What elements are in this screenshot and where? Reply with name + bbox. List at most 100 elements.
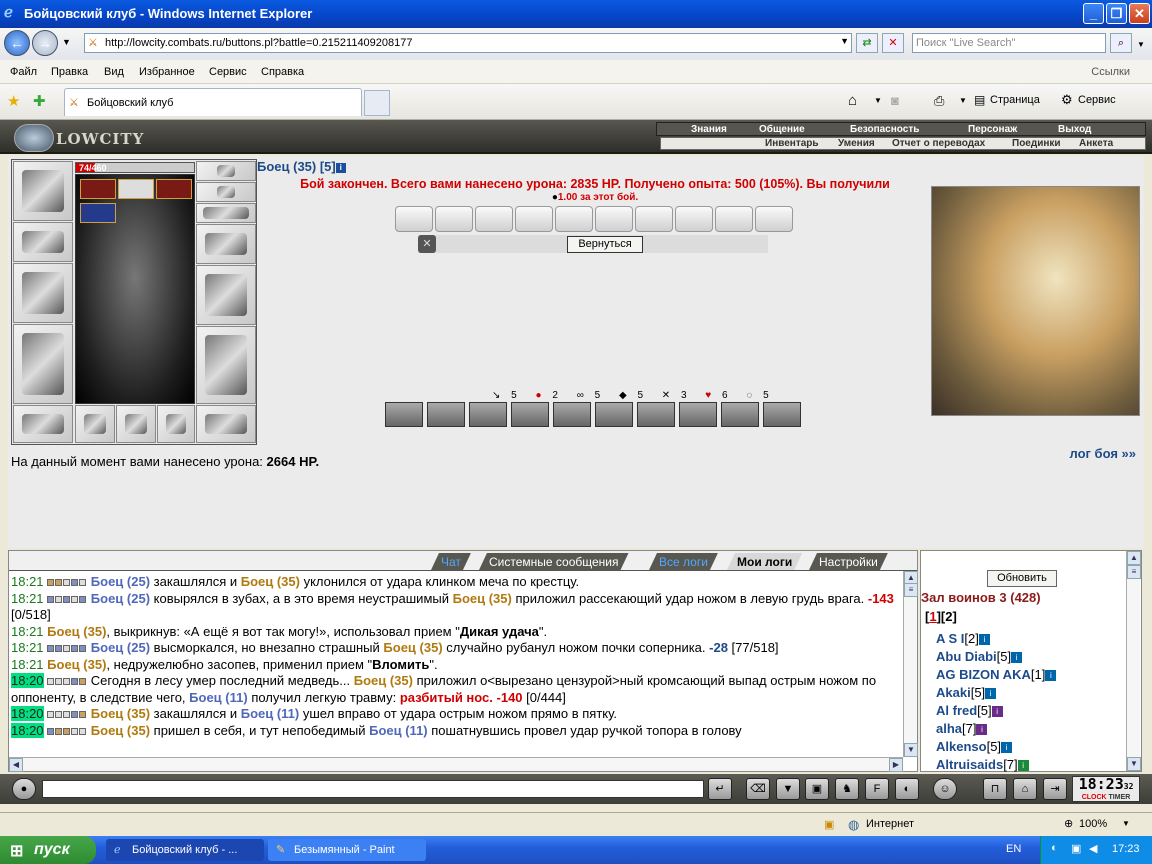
character-avatar[interactable] [75, 174, 195, 404]
chat-mode-icon[interactable]: ● [12, 778, 36, 800]
tab-all-logs[interactable]: Все логи [649, 553, 718, 570]
maximize-button[interactable]: ❐ [1106, 3, 1127, 24]
item-slot-1[interactable] [75, 405, 115, 443]
player-item[interactable]: alha[7] i [936, 720, 1056, 738]
refresh-button[interactable]: Обновить [987, 570, 1057, 587]
close-button[interactable]: ✕ [1129, 3, 1150, 24]
skill-icon[interactable] [637, 402, 675, 427]
scroll-slot[interactable] [435, 206, 473, 232]
fighter-link[interactable]: Боец (35) [383, 640, 442, 655]
scroll-down-icon[interactable]: ▼ [904, 743, 918, 757]
player-item[interactable]: Alkenso[5] i [936, 738, 1056, 756]
url-input[interactable]: ⚔ http://lowcity.combats.ru/buttons.pl?b… [84, 33, 852, 53]
player-item[interactable]: AG BIZON AKA[1] i [936, 666, 1057, 684]
chat-input[interactable] [42, 780, 704, 798]
tab-settings[interactable]: Настройки [809, 553, 888, 570]
fighter-name[interactable]: Боец (35) [5] i [257, 159, 346, 174]
nav-communication[interactable]: Общение [759, 124, 805, 135]
start-button[interactable]: ⊞ пуск [0, 836, 96, 864]
skill-icon[interactable] [385, 402, 423, 427]
tools-menu[interactable]: Сервис [1078, 94, 1116, 106]
boots-slot[interactable] [196, 405, 256, 443]
scroll-slot[interactable] [555, 206, 593, 232]
skill-icon[interactable] [595, 402, 633, 427]
fighter-link[interactable]: Боец (35) [354, 673, 413, 688]
effect-icon-2[interactable] [118, 179, 154, 199]
info-icon[interactable]: i [1045, 670, 1057, 681]
page-link[interactable]: 2 [945, 609, 952, 624]
skill-icon[interactable] [469, 402, 507, 427]
player-item[interactable]: Abu Diabi[5] i [936, 648, 1056, 666]
search-input[interactable]: Поиск "Live Search" [912, 33, 1106, 53]
nav-exit[interactable]: Выход [1058, 124, 1091, 135]
bracers-slot[interactable] [13, 222, 73, 262]
url-dropdown-icon[interactable]: ▼ [840, 36, 849, 46]
nav-skills[interactable]: Умения [838, 138, 875, 149]
nav-profile[interactable]: Анкета [1079, 138, 1113, 149]
filter-icon[interactable]: ▼ [776, 778, 800, 800]
effect-icon-1[interactable] [80, 179, 116, 199]
fighter-link[interactable]: Боец (11) [369, 723, 428, 738]
nav-security[interactable]: Безопасность [850, 124, 919, 135]
fighter-link[interactable]: Боец (35) [47, 624, 106, 639]
weapon-left-slot[interactable] [13, 263, 73, 323]
tray-icon[interactable]: ▣ [1071, 842, 1081, 855]
send-icon[interactable]: ↵ [708, 778, 732, 800]
walk-icon[interactable]: ♞ [835, 778, 859, 800]
effect-icon-3[interactable] [156, 179, 192, 199]
belt-slot[interactable] [13, 405, 73, 443]
nav-duels[interactable]: Поединки [1012, 138, 1061, 149]
player-item[interactable]: Al fred[5] i [936, 702, 1056, 720]
helmet-slot[interactable] [13, 161, 73, 221]
tray-icon[interactable]: ◐ [1051, 842, 1058, 854]
volume-icon[interactable]: ◀ [1089, 842, 1097, 855]
player-name[interactable]: AG BIZON AKA [936, 667, 1031, 682]
skill-icon[interactable] [511, 402, 549, 427]
menu-favorites[interactable]: Избранное [139, 66, 195, 78]
battle-log-link[interactable]: лог боя »» [1069, 446, 1136, 461]
fighter-link[interactable]: Боец (35) [453, 591, 512, 606]
game-logo-icon[interactable] [14, 124, 54, 152]
tab-system-messages[interactable]: Системные сообщения [479, 553, 629, 570]
print-icon[interactable]: ⎙ [934, 93, 944, 109]
chat-scrollbar[interactable]: ▲ ≡ ▼ [903, 571, 918, 757]
skill-icon[interactable] [427, 402, 465, 427]
scroll-slot[interactable] [635, 206, 673, 232]
history-dropdown-icon[interactable]: ▼ [62, 37, 71, 47]
earrings-slot[interactable] [196, 161, 256, 181]
scroll-slot[interactable] [395, 206, 433, 232]
info-icon[interactable]: i [1017, 760, 1029, 771]
player-name[interactable]: Akaki [936, 685, 971, 700]
info-icon[interactable]: i [335, 163, 346, 173]
tab-my-logs[interactable]: Мои логи [727, 553, 802, 570]
menu-tools[interactable]: Сервис [209, 66, 247, 78]
favorites-star-icon[interactable]: ★ [7, 92, 20, 110]
fighter-link[interactable]: Боец (35) [91, 723, 150, 738]
refresh-icon[interactable]: ⇄ [856, 33, 878, 53]
search-options-icon[interactable]: ▼ [1137, 40, 1145, 49]
scroll-slot[interactable] [755, 206, 793, 232]
menu-file[interactable]: Файл [10, 66, 37, 78]
exit-icon[interactable]: ⇥ [1043, 778, 1067, 800]
feeds-icon[interactable]: ◙ [891, 93, 899, 108]
back-button[interactable]: ← [4, 30, 30, 56]
nav-knowledge[interactable]: Знания [691, 124, 727, 135]
links-label[interactable]: Ссылки [1091, 66, 1130, 78]
player-name[interactable]: alha [936, 721, 962, 736]
minimize-button[interactable]: _ [1083, 3, 1104, 24]
player-name[interactable]: Al fred [936, 703, 977, 718]
info-icon[interactable]: i [991, 706, 1003, 717]
scroll-slot[interactable] [515, 206, 553, 232]
home-icon[interactable]: ⌂ [848, 92, 857, 109]
hall-scrollbar[interactable]: ▲ ≡ ▼ [1126, 551, 1141, 771]
info-icon[interactable]: i [978, 634, 990, 645]
lock-icon[interactable]: ⊓ [983, 778, 1007, 800]
info-icon[interactable]: i [976, 724, 988, 735]
task-paint[interactable]: ✎ Безымянный - Paint [268, 839, 426, 861]
scroll-right-icon[interactable]: ▶ [889, 758, 903, 772]
fighter-link[interactable]: Боец (35) [47, 657, 106, 672]
nav-character[interactable]: Персонаж [968, 124, 1017, 135]
player-item[interactable]: Altruisaids[7] i [936, 756, 1056, 774]
browser-tab[interactable]: ⚔ Бойцовский клуб [64, 88, 362, 116]
font-size-icon[interactable]: F [865, 778, 889, 800]
